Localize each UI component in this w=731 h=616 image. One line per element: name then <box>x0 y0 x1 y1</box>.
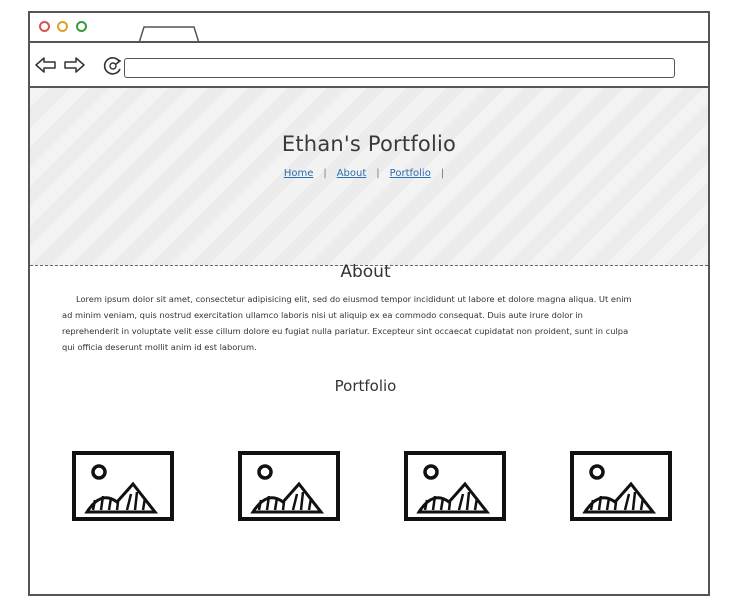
portfolio-gallery <box>0 450 731 530</box>
nav-separator: | <box>323 168 327 179</box>
nav-separator: | <box>376 168 380 179</box>
hero-banner: Ethan's Portfolio Home | About | Portfolio | <box>30 88 708 266</box>
site-title: Ethan's Portfolio <box>281 132 457 156</box>
browser-toolbar <box>30 43 708 88</box>
image-placeholder-icon[interactable] <box>403 450 507 524</box>
image-placeholder-icon[interactable] <box>71 450 175 524</box>
forward-arrow-icon[interactable] <box>63 56 85 74</box>
reload-icon[interactable] <box>102 55 124 77</box>
close-window-icon[interactable] <box>39 21 50 32</box>
minimize-window-icon[interactable] <box>57 21 68 32</box>
back-arrow-icon[interactable] <box>35 56 57 74</box>
image-placeholder-icon[interactable] <box>569 450 673 524</box>
main-nav: Home | About | Portfolio | <box>30 168 708 179</box>
image-placeholder-icon[interactable] <box>237 450 341 524</box>
about-paragraph: Lorem ipsum dolor sit amet, consectetur … <box>62 294 632 352</box>
address-bar[interactable] <box>124 58 675 78</box>
nav-link-about[interactable]: About <box>337 168 367 179</box>
nav-link-portfolio[interactable]: Portfolio <box>390 168 431 179</box>
portfolio-heading: Portfolio <box>334 377 397 395</box>
maximize-window-icon[interactable] <box>76 21 87 32</box>
about-heading: About <box>340 262 391 282</box>
nav-separator: | <box>440 168 445 179</box>
browser-titlebar <box>30 13 708 43</box>
nav-link-home[interactable]: Home <box>284 168 314 179</box>
browser-tab[interactable] <box>138 25 200 43</box>
